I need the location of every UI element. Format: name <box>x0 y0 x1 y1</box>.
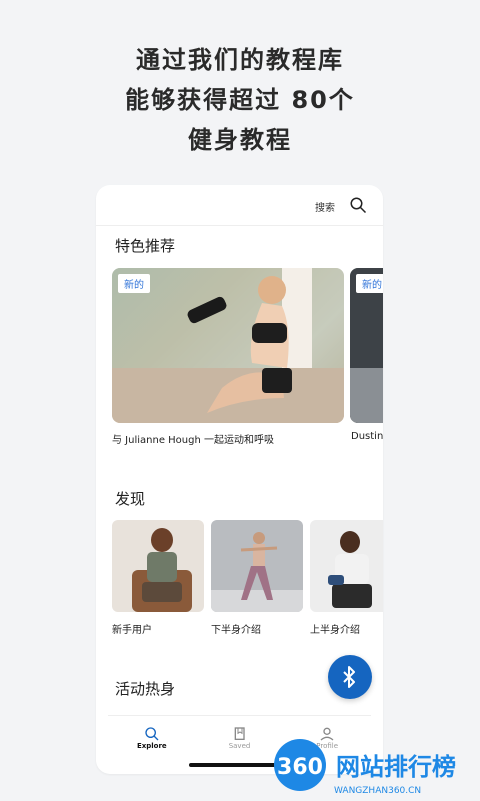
headline-line-1: 通过我们的教程库 <box>136 46 344 74</box>
promo-headline: 通过我们的教程库 能够获得超过 80个 健身教程 <box>0 40 480 160</box>
phone-screen: 搜索 特色推荐 新的 新的 与 Julianne Hough 一起运动和呼吸 D… <box>96 185 383 774</box>
top-bar: 搜索 <box>96 185 383 226</box>
new-badge: 新的 <box>356 274 383 293</box>
discover-card-1[interactable] <box>112 520 204 612</box>
search-icon <box>145 727 159 741</box>
site-watermark: 360 网站排行榜 WANGZHAN360.CN <box>268 737 480 797</box>
discover-label-3[interactable]: 上半身介绍 <box>310 621 360 636</box>
discover-label-1[interactable]: 新手用户 <box>112 621 152 636</box>
headline-line-3: 健身教程 <box>188 126 292 154</box>
featured-caption-1[interactable]: 与 Julianne Hough 一起运动和呼吸 <box>112 431 274 446</box>
svg-text:网站排行榜: 网站排行榜 <box>336 753 456 781</box>
warmup-section-title: 活动热身 <box>115 680 176 698</box>
bookmark-icon <box>234 727 245 740</box>
bluetooth-button[interactable] <box>328 655 372 699</box>
svg-text:360: 360 <box>277 755 323 780</box>
discover-photo <box>112 520 204 612</box>
bluetooth-icon <box>343 666 355 688</box>
discover-card-2[interactable] <box>211 520 303 612</box>
featured-card-2[interactable]: 新的 <box>350 268 383 423</box>
search-label[interactable]: 搜索 <box>315 199 335 214</box>
discover-section-title: 发现 <box>115 490 146 508</box>
featured-caption-2[interactable]: Dustin <box>351 431 383 442</box>
search-icon[interactable] <box>349 196 367 214</box>
discover-card-3[interactable] <box>310 520 383 612</box>
watermark-logo: 360 网站排行榜 WANGZHAN360.CN <box>274 739 456 796</box>
featured-section-title: 特色推荐 <box>115 237 176 255</box>
discover-photo <box>211 520 303 612</box>
featured-card-1[interactable]: 新的 <box>112 268 344 423</box>
svg-text:WANGZHAN360.CN: WANGZHAN360.CN <box>334 786 421 796</box>
nav-label-saved: Saved <box>228 742 251 750</box>
nav-label-explore: Explore <box>136 742 167 750</box>
discover-label-2[interactable]: 下半身介绍 <box>211 621 261 636</box>
new-badge: 新的 <box>118 274 150 293</box>
headline-line-2: 能够获得超过 80个 <box>125 86 355 114</box>
nav-item-explore[interactable]: Explore <box>108 716 196 760</box>
discover-photo <box>310 520 383 612</box>
